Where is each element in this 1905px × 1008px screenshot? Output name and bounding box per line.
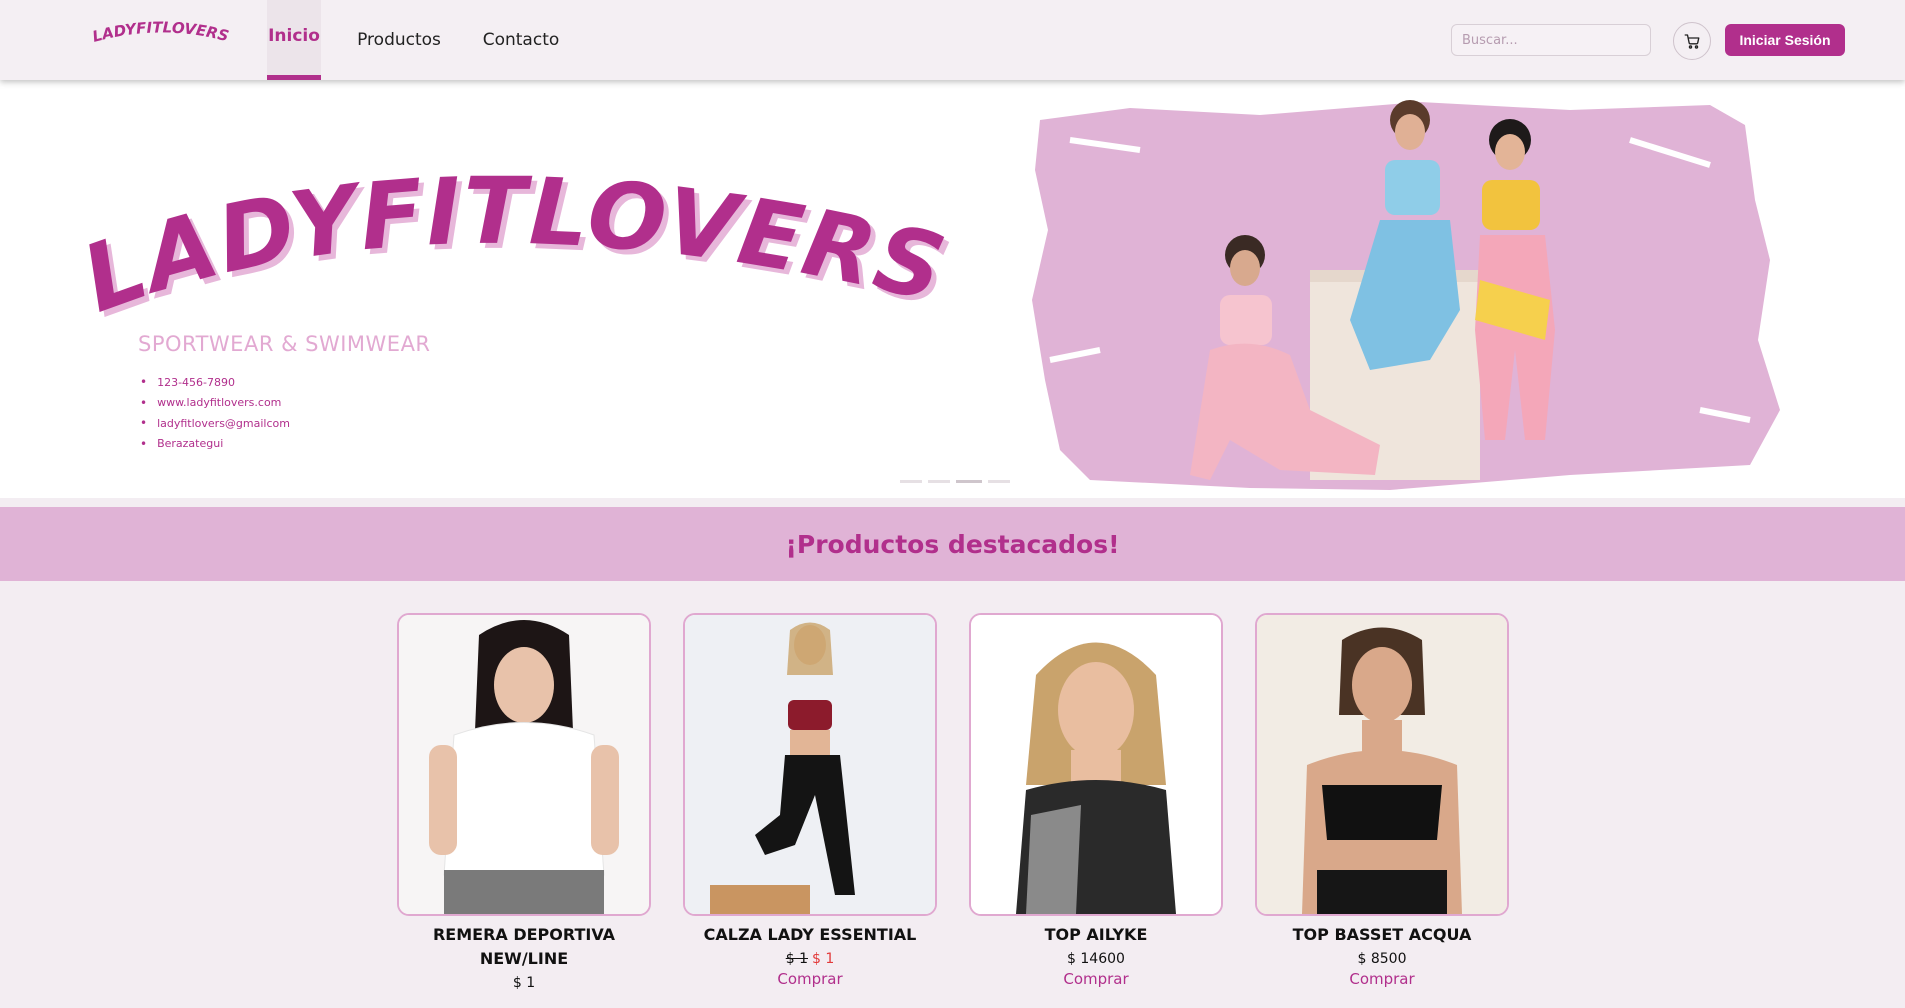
buy-link[interactable]: Comprar — [683, 970, 937, 988]
hero-tagline: SPORTWEAR & SWIMWEAR — [138, 332, 431, 356]
hero-title: LADYFITLOVERS LADYFITLOVERS — [80, 158, 959, 338]
product-image[interactable] — [1255, 613, 1509, 916]
product-card: REMERA DEPORTIVA NEW/LINE $ 1 — [397, 613, 651, 991]
featured-banner: ¡Productos destacados! — [0, 507, 1905, 581]
hero-title-text: LADYFITLOVERS — [80, 158, 954, 333]
product-name: REMERA DEPORTIVA NEW/LINE — [432, 925, 616, 968]
contact-location: Berazategui — [140, 434, 290, 455]
product-price: $ 1 $ 1 — [683, 951, 937, 967]
carousel-dot-3[interactable] — [956, 480, 982, 483]
brand-logo-text: LADYFITLOVERS — [90, 18, 230, 45]
cart-icon — [1684, 34, 1700, 49]
contact-phone: 123-456-7890 — [140, 372, 290, 393]
nav-contacto[interactable]: Contacto — [475, 0, 567, 80]
nav-productos[interactable]: Productos — [350, 0, 448, 80]
buy-link[interactable]: Comprar — [969, 970, 1223, 988]
product-old-price: $ 1 — [785, 951, 808, 967]
svg-text:LADYFITLOVERS: LADYFITLOVERS — [80, 158, 954, 333]
featured-title: ¡Productos destacados! — [785, 529, 1120, 559]
product-sale-price: $ 1 — [812, 951, 835, 967]
product-name: TOP AILYKE — [1044, 925, 1148, 944]
product-price: $ 1 — [512, 975, 536, 991]
navbar: LADYFITLOVERS Inicio Productos Contacto … — [0, 0, 1905, 80]
product-card: CALZA LADY ESSENTIAL $ 1 $ 1 Comprar — [683, 613, 937, 988]
hero-banner: LADYFITLOVERS LADYFITLOVERS SPORTWEAR & … — [0, 80, 1905, 498]
hero-models-image — [1032, 100, 1780, 490]
carousel-indicators — [900, 480, 1010, 483]
product-card: TOP AILYKE $ 14600 Comprar — [969, 613, 1223, 988]
buy-link[interactable]: Comprar — [1255, 970, 1509, 988]
product-image[interactable] — [683, 613, 937, 916]
product-price: $ 8500 — [1357, 951, 1407, 967]
product-card: TOP BASSET ACQUA $ 8500 Comprar — [1255, 613, 1509, 988]
brand-logo[interactable]: LADYFITLOVERS — [90, 14, 240, 54]
product-image[interactable] — [397, 613, 651, 916]
product-image[interactable] — [969, 613, 1223, 916]
contact-email: ladyfitlovers@gmailcom — [140, 413, 290, 434]
product-price: $ 14600 — [1067, 951, 1125, 967]
product-name: TOP BASSET ACQUA — [1292, 925, 1472, 944]
svg-text:LADYFITLOVERS: LADYFITLOVERS — [90, 18, 230, 45]
product-name: CALZA LADY ESSENTIAL — [703, 925, 917, 944]
carousel-dot-4[interactable] — [988, 480, 1010, 483]
nav-inicio[interactable]: Inicio — [267, 0, 321, 80]
carousel-dot-1[interactable] — [900, 480, 922, 483]
carousel-dot-2[interactable] — [928, 480, 950, 483]
cart-button[interactable] — [1673, 22, 1711, 60]
contact-list: 123-456-7890 www.ladyfitlovers.com ladyf… — [140, 372, 290, 454]
search-input[interactable] — [1451, 24, 1651, 56]
login-button[interactable]: Iniciar Sesión — [1725, 24, 1845, 56]
contact-website: www.ladyfitlovers.com — [140, 393, 290, 414]
